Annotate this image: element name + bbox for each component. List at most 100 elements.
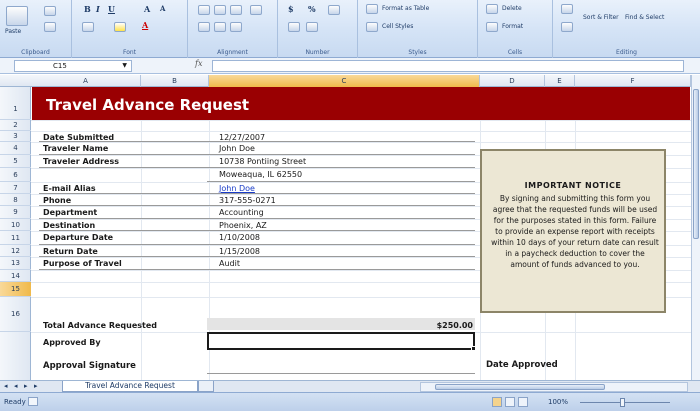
row-header-6[interactable]: 6 xyxy=(0,168,31,182)
decrease-decimal-icon[interactable] xyxy=(306,22,318,32)
fill-icon[interactable] xyxy=(561,4,573,14)
row-header-15[interactable]: 15 xyxy=(0,282,31,297)
traveler-name-value: John Doe xyxy=(219,144,255,153)
underline-icon[interactable]: U xyxy=(108,4,115,14)
shrink-font-icon[interactable]: A xyxy=(160,4,165,13)
total-advance-value: $250.00 xyxy=(436,321,473,330)
e-mail-alias-value[interactable]: John Doe xyxy=(219,184,255,193)
alignment-group-label: Alignment xyxy=(217,49,248,56)
notice-title: IMPORTANT NOTICE xyxy=(524,181,622,190)
form-title: Travel Advance Request xyxy=(46,96,250,114)
phone-label: Phone xyxy=(43,196,72,205)
last-sheet-icon[interactable]: ▸ xyxy=(34,382,38,390)
horizontal-scroll-thumb[interactable] xyxy=(435,384,605,390)
zoom-level[interactable]: 100% xyxy=(548,398,568,406)
font-color-icon[interactable]: A xyxy=(142,20,148,30)
align-center-icon[interactable] xyxy=(214,5,226,15)
approval-signature-label: Approval Signature xyxy=(43,361,136,371)
row-header-7[interactable]: 7 xyxy=(0,182,31,194)
column-header-c[interactable]: C xyxy=(209,75,480,87)
page-layout-view-icon[interactable] xyxy=(505,397,515,407)
fill-handle[interactable] xyxy=(471,346,476,351)
font-group-label: Font xyxy=(122,49,137,56)
name-box-value: C15 xyxy=(53,62,67,70)
fill-color-icon[interactable] xyxy=(114,22,126,32)
normal-view-icon[interactable] xyxy=(492,397,502,407)
delete-button[interactable]: Delete xyxy=(502,5,522,13)
increase-decimal-icon[interactable] xyxy=(288,22,300,32)
name-box[interactable]: C15 ▼ xyxy=(14,60,132,72)
comma-style-icon[interactable] xyxy=(328,5,340,15)
column-header-a[interactable]: A xyxy=(31,75,141,87)
sort-filter-button[interactable]: Sort & Filter xyxy=(583,14,623,22)
borders-icon[interactable] xyxy=(82,22,94,32)
prev-sheet-icon[interactable]: ◂ xyxy=(14,382,18,390)
tab-travel-advance-request[interactable]: Travel Advance Request xyxy=(62,381,198,392)
row-header-14[interactable]: 14 xyxy=(0,270,31,282)
column-header-d[interactable]: D xyxy=(480,75,545,87)
bold-icon[interactable]: B xyxy=(84,4,91,14)
column-header-f[interactable]: F xyxy=(575,75,691,87)
column-header-b[interactable]: B xyxy=(141,75,209,87)
approved-by-cell-active[interactable] xyxy=(207,332,475,350)
row-header-11[interactable]: 11 xyxy=(0,231,31,245)
find-select-button[interactable]: Find & Select xyxy=(625,14,665,22)
vertical-scroll-thumb[interactable] xyxy=(693,89,699,239)
styles-group-label: Styles xyxy=(408,49,427,56)
macro-record-icon[interactable] xyxy=(28,397,38,406)
delete-icon[interactable] xyxy=(486,4,498,14)
format-as-table-button[interactable]: Format as Table xyxy=(382,5,429,13)
format-button[interactable]: Format xyxy=(502,23,523,31)
row-header-5[interactable]: 5 xyxy=(0,155,31,168)
column-header-e[interactable]: E xyxy=(545,75,575,87)
vertical-scrollbar[interactable] xyxy=(691,75,700,380)
format-cells-icon[interactable] xyxy=(486,22,498,32)
row-header-2[interactable]: 2 xyxy=(0,120,31,131)
horizontal-scrollbar[interactable] xyxy=(420,382,688,392)
row-header-1[interactable]: 1 xyxy=(0,87,31,120)
percent-icon[interactable]: % xyxy=(308,4,316,14)
row-header-12[interactable]: 12 xyxy=(0,245,31,257)
destination-value: Phoenix, AZ xyxy=(219,221,267,230)
paste-icon[interactable] xyxy=(6,6,28,26)
row-header-13[interactable]: 13 xyxy=(0,257,31,270)
grow-font-icon[interactable]: A xyxy=(144,4,150,14)
format-painter-icon[interactable] xyxy=(44,22,56,32)
decrease-indent-icon[interactable] xyxy=(198,22,210,32)
wrap-text-icon[interactable] xyxy=(230,22,242,32)
align-right-icon[interactable] xyxy=(230,5,242,15)
row-header-16[interactable]: 16 xyxy=(0,297,31,332)
cell-styles-icon[interactable] xyxy=(366,22,378,32)
clear-icon[interactable] xyxy=(561,22,573,32)
row-header-3[interactable]: 3 xyxy=(0,131,31,142)
currency-icon[interactable]: $ xyxy=(288,4,294,14)
insert-sheet-icon[interactable] xyxy=(198,381,214,392)
format-as-table-icon[interactable] xyxy=(366,4,378,14)
first-sheet-icon[interactable]: ◂ xyxy=(4,382,8,390)
formula-input[interactable] xyxy=(212,60,684,72)
increase-indent-icon[interactable] xyxy=(214,22,226,32)
return-date-value: 1/15/2008 xyxy=(219,247,261,256)
worksheet-grid[interactable]: Travel Advance Request Date Submitted 12/… xyxy=(31,87,691,380)
return-date-label: Return Date xyxy=(43,247,98,256)
align-left-icon[interactable] xyxy=(198,5,210,15)
row-header-4[interactable]: 4 xyxy=(0,142,31,155)
zoom-slider[interactable] xyxy=(580,402,670,403)
status-ready-text: Ready xyxy=(4,398,26,406)
merge-center-icon[interactable] xyxy=(250,5,262,15)
cell-styles-button[interactable]: Cell Styles xyxy=(382,23,413,31)
destination-label: Destination xyxy=(43,221,96,230)
page-break-view-icon[interactable] xyxy=(518,397,528,407)
row-header-8[interactable]: 8 xyxy=(0,194,31,206)
cut-icon[interactable] xyxy=(44,6,56,16)
e-mail-alias-label: E-mail Alias xyxy=(43,184,96,193)
next-sheet-icon[interactable]: ▸ xyxy=(24,382,28,390)
insert-function-button[interactable]: fx xyxy=(195,59,202,68)
row-header-9[interactable]: 9 xyxy=(0,206,31,219)
paste-button[interactable]: Paste xyxy=(5,28,21,36)
italic-icon[interactable]: I xyxy=(96,4,100,14)
label-underline xyxy=(39,244,207,245)
row-header-10[interactable]: 10 xyxy=(0,219,31,231)
chevron-down-icon[interactable]: ▼ xyxy=(122,61,127,71)
zoom-slider-thumb[interactable] xyxy=(620,398,625,407)
